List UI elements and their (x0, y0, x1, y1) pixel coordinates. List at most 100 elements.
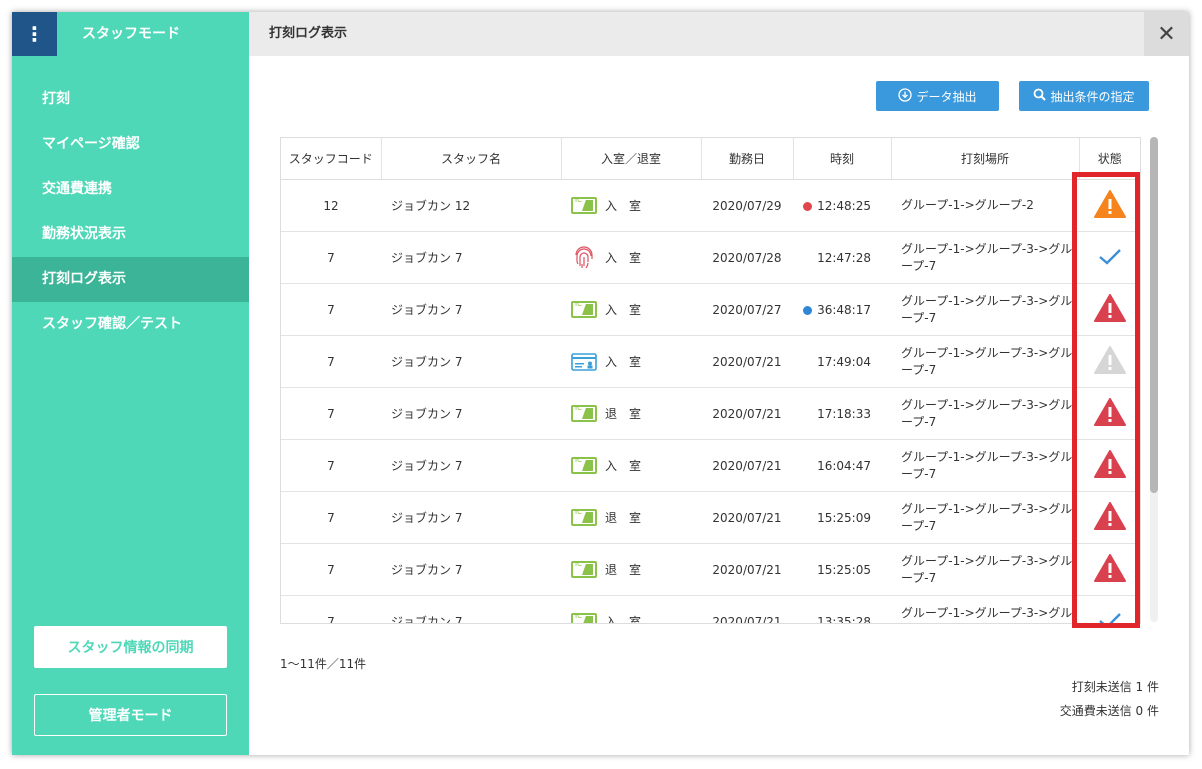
kebab-menu-icon[interactable]: ⋮ (12, 12, 57, 56)
cell-work-date: 2020/07/21 (701, 491, 793, 544)
cell-place: グループ-1->グループ-3->グループ-7 (891, 335, 1079, 388)
time-value: 12:48:25 (817, 198, 871, 213)
cell-staff-code: 7 (281, 387, 381, 440)
cell-staff-name: ジョブカン 12 (381, 179, 561, 232)
col-staff-code: スタッフコード (281, 138, 382, 180)
table-header-row: スタッフコード スタッフ名 入室／退室 勤務日 時刻 打刻場所 状態 (281, 138, 1140, 180)
cell-time: 12:47:28 (793, 231, 891, 284)
cell-staff-name: ジョブカン 7 (381, 543, 561, 596)
cell-work-date: 2020/07/29 (701, 179, 793, 232)
cell-staff-code: 12 (281, 179, 381, 232)
cell-staff-code: 7 (281, 231, 381, 284)
cell-in-out: IC 退 室 (561, 491, 701, 544)
cell-time: 36:48:17 (793, 283, 891, 336)
table-row[interactable]: 7 ジョブカン 7 IC 入 室 2020/07/21 13:35:28 グループ-1->グ… (281, 595, 1140, 624)
time-value: 36:48:17 (817, 302, 871, 317)
cell-in-out: IC 入 室 (561, 595, 701, 624)
in-out-label: 入 室 (605, 199, 642, 213)
punch-log-table: スタッフコード スタッフ名 入室／退室 勤務日 時刻 打刻場所 状態 12 ジョブ… (280, 137, 1141, 624)
ic-card-icon: IC (571, 404, 597, 422)
cell-time: 17:49:04 (793, 335, 891, 388)
table-row[interactable]: 12 ジョブカン 12 IC 入 室 2020/07/29 12:48:25 グループ-1-… (281, 179, 1140, 232)
sync-staff-button[interactable]: スタッフ情報の同期 (34, 626, 227, 668)
close-icon[interactable]: ✕ (1144, 12, 1189, 56)
in-out-label: 入 室 (605, 459, 642, 473)
sidebar: ⋮ スタッフモード 打刻 マイページ確認 交通費連携 勤務状況表示 打刻ログ表示… (12, 12, 249, 755)
cell-place: グループ-1->グループ-3->グループ-7 (891, 595, 1079, 623)
table-row[interactable]: 7 ジョブカン 7 IC 退 室 2020/07/21 17:18:33 グループ-1->グ… (281, 387, 1140, 440)
cell-in-out: IC 入 室 (561, 179, 701, 232)
sidebar-item-staff-check[interactable]: スタッフ確認／テスト (12, 302, 249, 347)
cell-staff-name: ジョブカン 7 (381, 595, 561, 623)
record-count: 1〜11件／11件 (280, 657, 367, 671)
time-value: 16:04:47 (817, 458, 871, 473)
col-work-date: 勤務日 (701, 138, 794, 180)
time-value: 13:35:28 (817, 614, 871, 624)
time-value: 17:49:04 (817, 354, 871, 369)
table-row[interactable]: 7 ジョブカン 7 IC 入 室 2020/07/21 16:04:47 グループ-1->グ… (281, 439, 1140, 492)
cell-staff-code: 7 (281, 335, 381, 388)
id-card-icon (571, 352, 597, 371)
sidebar-nav: 打刻 マイページ確認 交通費連携 勤務状況表示 打刻ログ表示 スタッフ確認／テス… (12, 77, 249, 347)
cell-staff-name: ジョブカン 7 (381, 387, 561, 440)
cell-in-out: IC 入 室 (561, 439, 701, 492)
admin-mode-button[interactable]: 管理者モード (34, 694, 227, 736)
cell-staff-name: ジョブカン 7 (381, 283, 561, 336)
in-out-label: 入 室 (605, 615, 642, 624)
cell-in-out: 入 室 (561, 231, 701, 284)
cell-work-date: 2020/07/21 (701, 335, 793, 388)
cell-staff-name: ジョブカン 7 (381, 491, 561, 544)
sidebar-item-punch-log[interactable]: 打刻ログ表示 (12, 257, 249, 302)
ic-card-icon: IC (571, 456, 597, 474)
time-value: 17:18:33 (817, 406, 871, 421)
cell-place: グループ-1->グループ-3->グループ-7 (891, 387, 1079, 440)
download-icon (898, 87, 913, 105)
status-highlight-box (1072, 172, 1140, 628)
cell-place: グループ-1->グループ-2 (891, 179, 1079, 232)
table-row[interactable]: 7 ジョブカン 7 入 室 2020/07/21 17:49:04 グループ-1->グルー… (281, 335, 1140, 388)
in-out-label: 退 室 (605, 511, 642, 525)
ic-card-icon: IC (571, 508, 597, 526)
mode-title: スタッフモード (82, 26, 180, 42)
cell-place: グループ-1->グループ-3->グループ-7 (891, 231, 1079, 284)
sidebar-item-transport[interactable]: 交通費連携 (12, 167, 249, 212)
search-icon (1033, 88, 1047, 104)
in-out-label: 入 室 (605, 303, 642, 317)
cell-time: 16:04:47 (793, 439, 891, 492)
table-scrollbar[interactable] (1150, 137, 1158, 622)
table-row[interactable]: 7 ジョブカン 7 IC 退 室 2020/07/21 15:25:05 グループ-1->グ… (281, 543, 1140, 596)
cell-staff-name: ジョブカン 7 (381, 231, 561, 284)
table-row[interactable]: 7 ジョブカン 7 入 室 2020/07/28 12:47:28 グループ-1->グルー… (281, 231, 1140, 284)
cell-time: 13:35:28 (793, 595, 891, 624)
table-row[interactable]: 7 ジョブカン 7 IC 入 室 2020/07/27 36:48:17 グループ-1->グ… (281, 283, 1140, 336)
cell-place: グループ-1->グループ-3->グループ-7 (891, 439, 1079, 492)
scrollbar-thumb[interactable] (1150, 137, 1158, 493)
col-in-out: 入室／退室 (561, 138, 702, 180)
cell-in-out: IC 退 室 (561, 543, 701, 596)
in-out-label: 退 室 (605, 407, 642, 421)
unsent-transport-count: 交通費未送信 0 件 (1059, 704, 1159, 718)
cell-in-out: IC 退 室 (561, 387, 701, 440)
app-window: ⋮ スタッフモード 打刻 マイページ確認 交通費連携 勤務状況表示 打刻ログ表示… (12, 12, 1189, 755)
col-time: 時刻 (793, 138, 892, 180)
data-extract-button[interactable]: データ抽出 (876, 81, 999, 111)
in-out-label: 退 室 (605, 563, 642, 577)
cell-in-out: IC 入 室 (561, 283, 701, 336)
cell-staff-code: 7 (281, 439, 381, 492)
cell-time: 15:25:05 (793, 543, 891, 596)
sidebar-item-work-status[interactable]: 勤務状況表示 (12, 212, 249, 257)
cell-work-date: 2020/07/27 (701, 283, 793, 336)
time-marker-dot (803, 305, 813, 315)
cell-staff-code: 7 (281, 543, 381, 596)
cell-staff-code: 7 (281, 283, 381, 336)
table-row[interactable]: 7 ジョブカン 7 IC 退 室 2020/07/21 15:25:09 グループ-1->グ… (281, 491, 1140, 544)
cell-staff-code: 7 (281, 595, 381, 623)
cell-work-date: 2020/07/21 (701, 387, 793, 440)
time-value: 12:47:28 (817, 250, 871, 265)
sidebar-item-mypage[interactable]: マイページ確認 (12, 122, 249, 167)
sidebar-item-punch[interactable]: 打刻 (12, 77, 249, 122)
cell-place: グループ-1->グループ-3->グループ-7 (891, 543, 1079, 596)
filter-conditions-button[interactable]: 抽出条件の指定 (1019, 81, 1149, 111)
cell-work-date: 2020/07/21 (701, 543, 793, 596)
cell-staff-name: ジョブカン 7 (381, 439, 561, 492)
